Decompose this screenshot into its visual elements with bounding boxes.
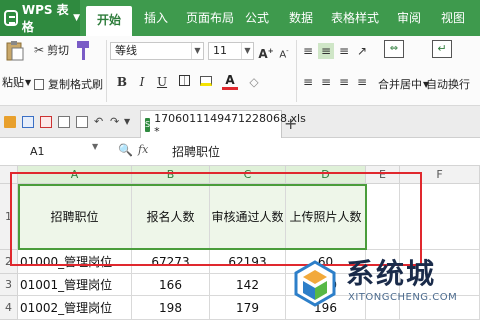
tab-formulas[interactable]: 公式 [242,0,272,36]
distribute-icon[interactable]: ≡ [354,74,370,90]
italic-button[interactable]: I [134,74,150,90]
open-folder-icon[interactable] [4,116,16,128]
app-name: WPS 表格 [21,3,69,34]
copy-icon [34,78,44,90]
cut-button[interactable]: ✂ 剪切 [34,42,69,58]
underline-button[interactable]: U [154,74,170,90]
wrap-text-button[interactable]: 自动换行 [426,76,470,92]
ribbon-divider [296,40,297,102]
tab-review[interactable]: 审阅 [392,0,426,36]
wrap-text-icon[interactable]: ↵ [432,40,452,58]
document-tab-bar: ↶ ↷ ▼ S 1706011149471228068.xls * + [0,106,480,138]
save-icon[interactable] [22,116,34,128]
paste-button[interactable]: 粘贴 ▼ [2,74,31,90]
borders-icon[interactable] [176,74,192,90]
merge-center-icon[interactable]: ⇔ [384,40,404,58]
align-right-icon[interactable]: ≡ [336,74,352,90]
tab-document[interactable]: S 1706011149471228068.xls * [140,110,306,138]
print-preview-icon[interactable] [76,116,88,128]
tab-view[interactable]: 视图 [436,0,470,36]
add-tab-button[interactable]: + [284,114,297,133]
font-name-select[interactable]: 等线 ▼ [110,42,204,60]
chevron-down-icon: ▼ [191,43,203,59]
merge-center-label: 合并居中 [378,78,422,91]
spreadsheet-file-icon: S [145,117,151,132]
chevron-down-icon[interactable]: ▼ [92,142,98,151]
tab-insert[interactable]: 插入 [138,0,174,36]
font-size-value: 11 [213,44,227,57]
ribbon-divider [106,40,107,102]
menu-bar: WPS 表格 ▼ 开始 插入 页面布局 公式 数据 表格样式 审阅 视图 [0,0,480,36]
wps-logo-icon [4,10,18,26]
watermark-text: 系统城 [346,257,437,290]
ribbon: 粘贴 ▼ ✂ 剪切 复制 格式刷 等线 ▼ 11 ▼ A+ A- B I U A … [0,36,480,106]
pdf-export-icon[interactable] [40,116,52,128]
chevron-down-icon: ▼ [25,77,32,87]
copy-button[interactable]: 复制 [34,76,70,92]
table-cell[interactable]: 142 [210,274,286,296]
grow-font-icon[interactable]: A+ [258,43,274,61]
clear-format-icon[interactable]: ◇ [246,74,262,90]
wrap-text-label: 自动换行 [426,78,470,91]
format-painter-icon[interactable] [74,40,92,62]
merge-center-button[interactable]: 合并居中 ▼ [378,76,429,92]
table-cell[interactable]: 179 [210,296,286,320]
copy-label: 复制 [48,78,70,91]
font-name-value: 等线 [115,44,137,57]
format-painter-button[interactable]: 格式刷 [70,76,103,92]
tab-page-layout[interactable]: 页面布局 [182,0,238,36]
font-size-select[interactable]: 11 ▼ [208,42,254,60]
name-box[interactable]: A1 [0,141,104,163]
watermark: 系统城 XITONGCHENG.COM [284,244,480,320]
align-top-icon[interactable]: ≡ [300,43,316,59]
table-cell[interactable]: 01001_管理岗位 [18,274,132,296]
font-color-icon[interactable]: A [222,72,238,90]
formula-input[interactable]: 招聘职位 [172,141,220,163]
fill-color-icon[interactable] [198,74,214,90]
tab-home[interactable]: 开始 [86,6,132,36]
align-left-icon[interactable]: ≡ [300,74,316,90]
watermark-url: XITONGCHENG.COM [348,292,458,303]
text-orientation-icon[interactable]: ↗ [354,43,370,59]
scissors-icon: ✂ [34,43,45,57]
align-bottom-icon[interactable]: ≡ [336,43,352,59]
table-cell[interactable]: 166 [132,274,210,296]
formula-bar: A1 ▼ 🔍 fx 招聘职位 [0,138,480,166]
row-header[interactable]: 3 [0,274,18,296]
shrink-font-icon[interactable]: A- [276,43,292,60]
zoom-icon[interactable]: 🔍 [118,143,133,157]
bold-button[interactable]: B [114,74,130,90]
app-menu-button[interactable]: WPS 表格 ▼ [0,0,80,36]
align-center-icon[interactable]: ≡ [318,74,334,90]
tab-data[interactable]: 数据 [286,0,316,36]
row-header[interactable]: 4 [0,296,18,320]
align-middle-icon[interactable]: ≡ [318,43,334,59]
print-icon[interactable] [58,116,70,128]
table-cell[interactable]: 01002_管理岗位 [18,296,132,320]
paste-icon[interactable] [4,40,26,62]
redo-icon[interactable]: ↷ [110,116,122,128]
table-cell[interactable]: 198 [132,296,210,320]
paste-label: 粘贴 [2,76,24,89]
chevron-down-icon: ▼ [241,43,253,59]
watermark-logo-icon [294,260,336,307]
undo-icon[interactable]: ↶ [94,116,106,128]
cut-label: 剪切 [47,44,70,57]
format-painter-label: 格式刷 [70,78,103,91]
function-button[interactable]: fx [138,143,148,156]
quick-access-more-icon[interactable]: ▼ [124,116,136,128]
tab-table-style[interactable]: 表格样式 [326,0,384,36]
chevron-down-icon: ▼ [73,13,80,23]
